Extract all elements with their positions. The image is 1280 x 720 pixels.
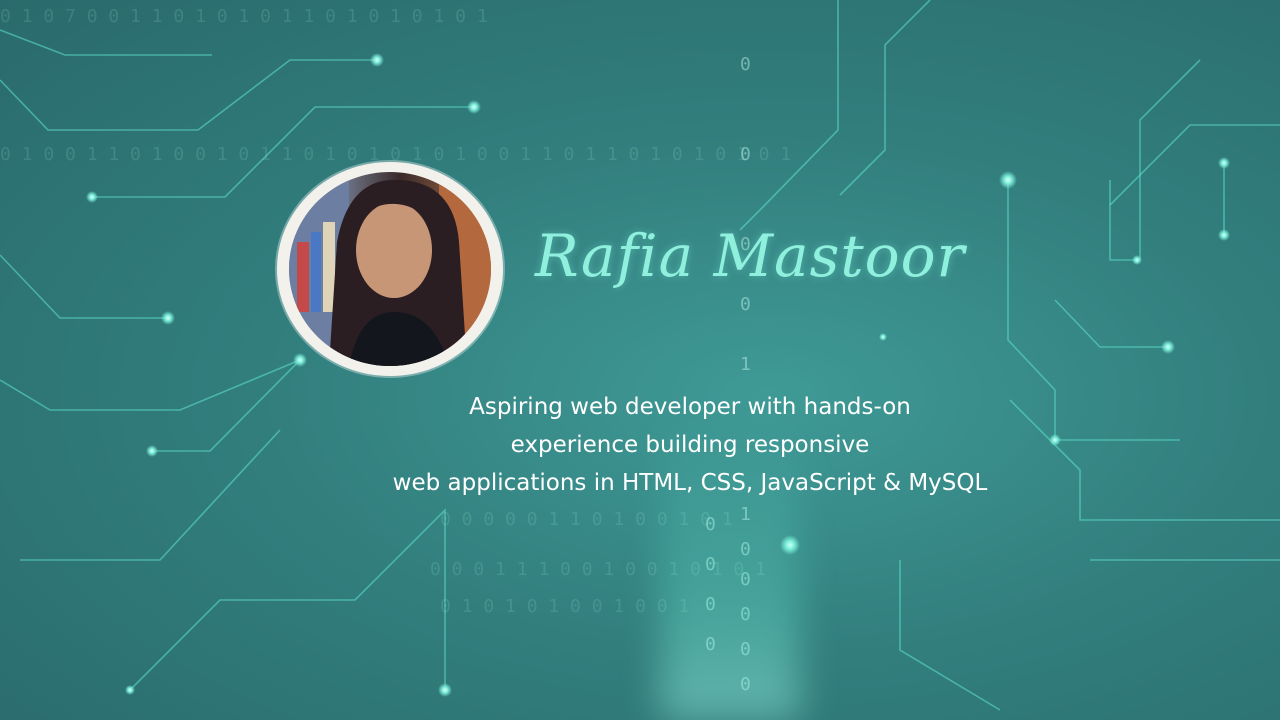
tagline-line: Aspiring web developer with hands-on [469,394,911,420]
circuit-background: 0 1 0 7 0 0 1 1 0 1 0 1 0 1 1 0 1 0 1 0 … [0,0,1280,711]
svg-text:0 1 0 7 0 0 1 1 0 1 0 1 0 1 1: 0 1 0 7 0 0 1 1 0 1 0 1 0 1 1 0 1 0 1 0 … [0,6,488,27]
svg-text:0 1 0 1 0 1 0 0 1 0 0 1: 0 1 0 1 0 1 0 0 1 0 0 1 [440,596,689,617]
svg-text:1: 1 [740,354,751,375]
profile-photo [289,172,491,366]
tagline-line: experience building responsive [510,432,870,458]
tagline-line: web applications in HTML, CSS, JavaScrip… [392,470,988,496]
svg-text:0: 0 [740,54,751,75]
svg-text:0: 0 [740,144,751,165]
profile-name: Rafia Mastoor [535,222,966,290]
profile-tagline: Aspiring web developer with hands-on exp… [290,388,1090,502]
